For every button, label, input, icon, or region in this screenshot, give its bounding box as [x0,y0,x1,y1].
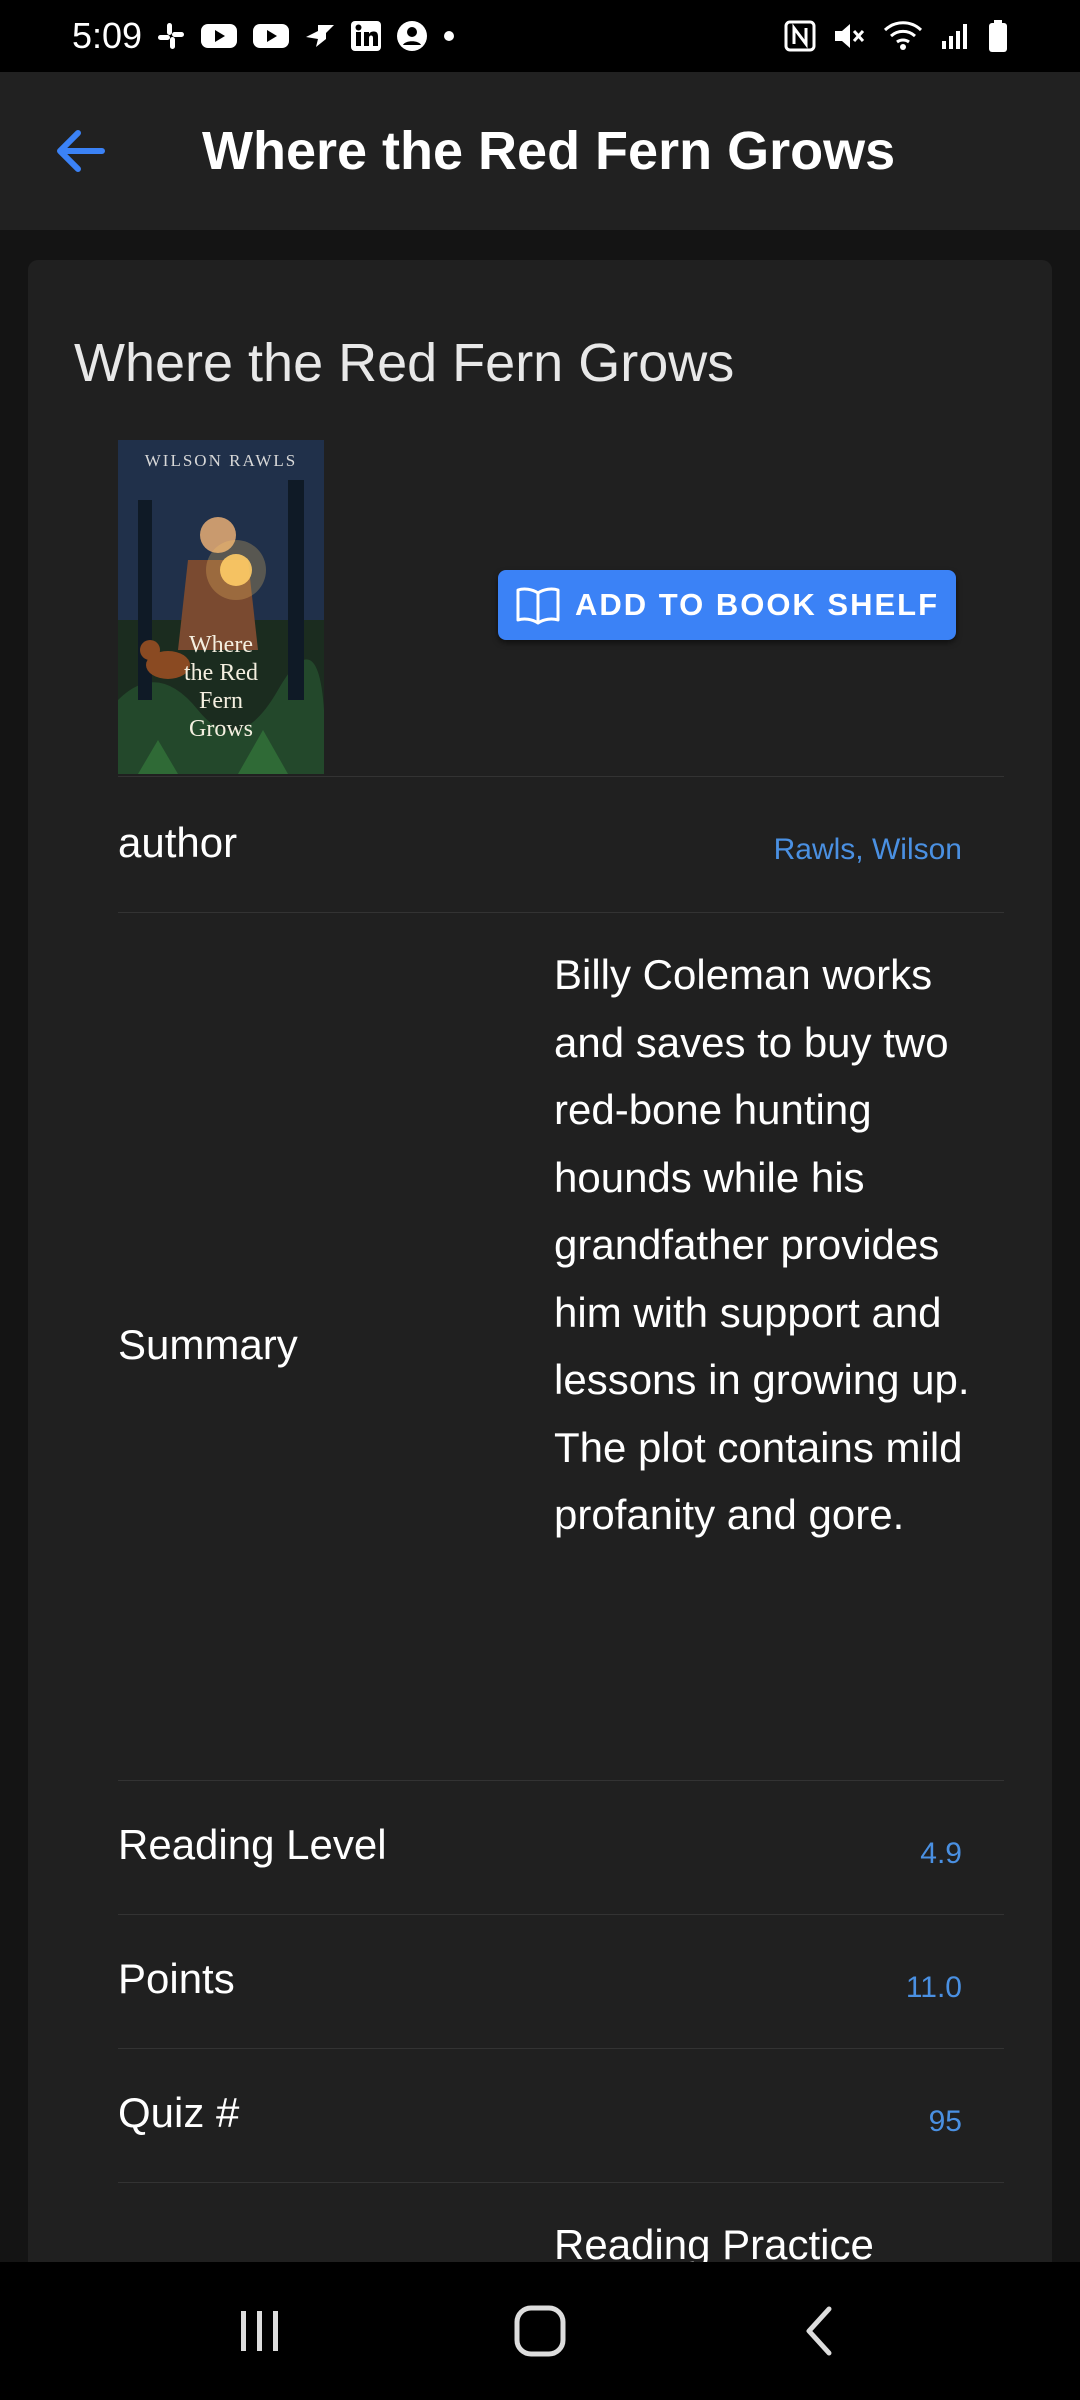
back-nav-button[interactable] [760,2281,880,2381]
detail-row-reading-level: Reading Level 4.9 [118,1780,1004,1914]
add-to-book-shelf-button[interactable]: ADD TO BOOK SHELF [498,570,956,640]
app-bar: Where the Red Fern Grows [0,72,1080,230]
cover-title-line: Fern [199,688,243,714]
author-label: author [118,819,238,866]
youtube-icon [252,22,290,50]
book-title: Where the Red Fern Grows [74,333,735,393]
page-title: Where the Red Fern Grows [202,121,896,181]
slack-icon [156,21,186,51]
quiz-value: 95 [928,2105,962,2138]
detail-row-author: author Rawls, Wilson [118,776,1004,912]
status-left: 5:09 [72,15,456,57]
recent-apps-button[interactable] [200,2281,320,2381]
nfc-icon [784,20,816,52]
mute-icon [832,20,866,52]
wifi-icon [882,20,924,52]
home-button[interactable] [480,2281,600,2381]
cover-title-line: the Red [184,660,258,686]
status-right [784,19,1008,53]
detail-row-summary: Summary Billy Coleman works and saves to… [118,912,1004,1780]
points-value: 11.0 [905,1971,962,2004]
arrow-left-icon [57,130,105,172]
back-button[interactable] [0,72,160,230]
quiz-label: Quiz # [118,2089,240,2136]
detail-row-points: Points 11.0 [118,1914,1004,2048]
clock: 5:09 [72,15,143,56]
cover-title-line: Grows [189,716,253,742]
bird-icon [304,21,336,51]
book-cover-art: WILSON RAWLS Where the Red Fern Grows [118,440,324,774]
linkedin-icon [350,20,382,52]
signal-icon [940,21,972,51]
reading-level-value: 4.9 [920,1837,962,1870]
battery-icon [988,19,1008,53]
book-card: Where the Red Fern Grows WILSON RAWLS Wh… [28,260,1052,2262]
open-book-icon [516,587,560,625]
reading-level-label: Reading Level [118,1821,387,1868]
summary-label: Summary [118,1321,298,1368]
detail-row-quiz: Quiz # 95 [118,2048,1004,2182]
account-icon [396,20,428,52]
cover-title-line: Where [189,632,253,658]
home-icon [514,2305,566,2357]
detail-row-next: Reading Practice [118,2182,1004,2262]
add-button-label: ADD TO BOOK SHELF [574,587,940,622]
author-link[interactable]: Rawls, Wilson [774,833,962,867]
content-scroll[interactable]: Where the Red Fern Grows WILSON RAWLS Wh… [0,230,1080,2262]
dot-icon [442,29,456,43]
system-nav-bar [0,2262,1080,2400]
next-row-value: Reading Practice [554,2221,874,2262]
chevron-left-icon [806,2306,832,2356]
book-cover-image: WILSON RAWLS Where the Red Fern Grows [118,440,324,774]
recent-apps-icon [241,2311,278,2351]
points-label: Points [118,1955,235,2002]
summary-value: Billy Coleman works and saves to buy two… [554,951,970,1538]
youtube-icon [200,22,238,50]
cover-author-text: WILSON RAWLS [145,451,298,470]
status-bar: 5:09 [0,0,1080,72]
